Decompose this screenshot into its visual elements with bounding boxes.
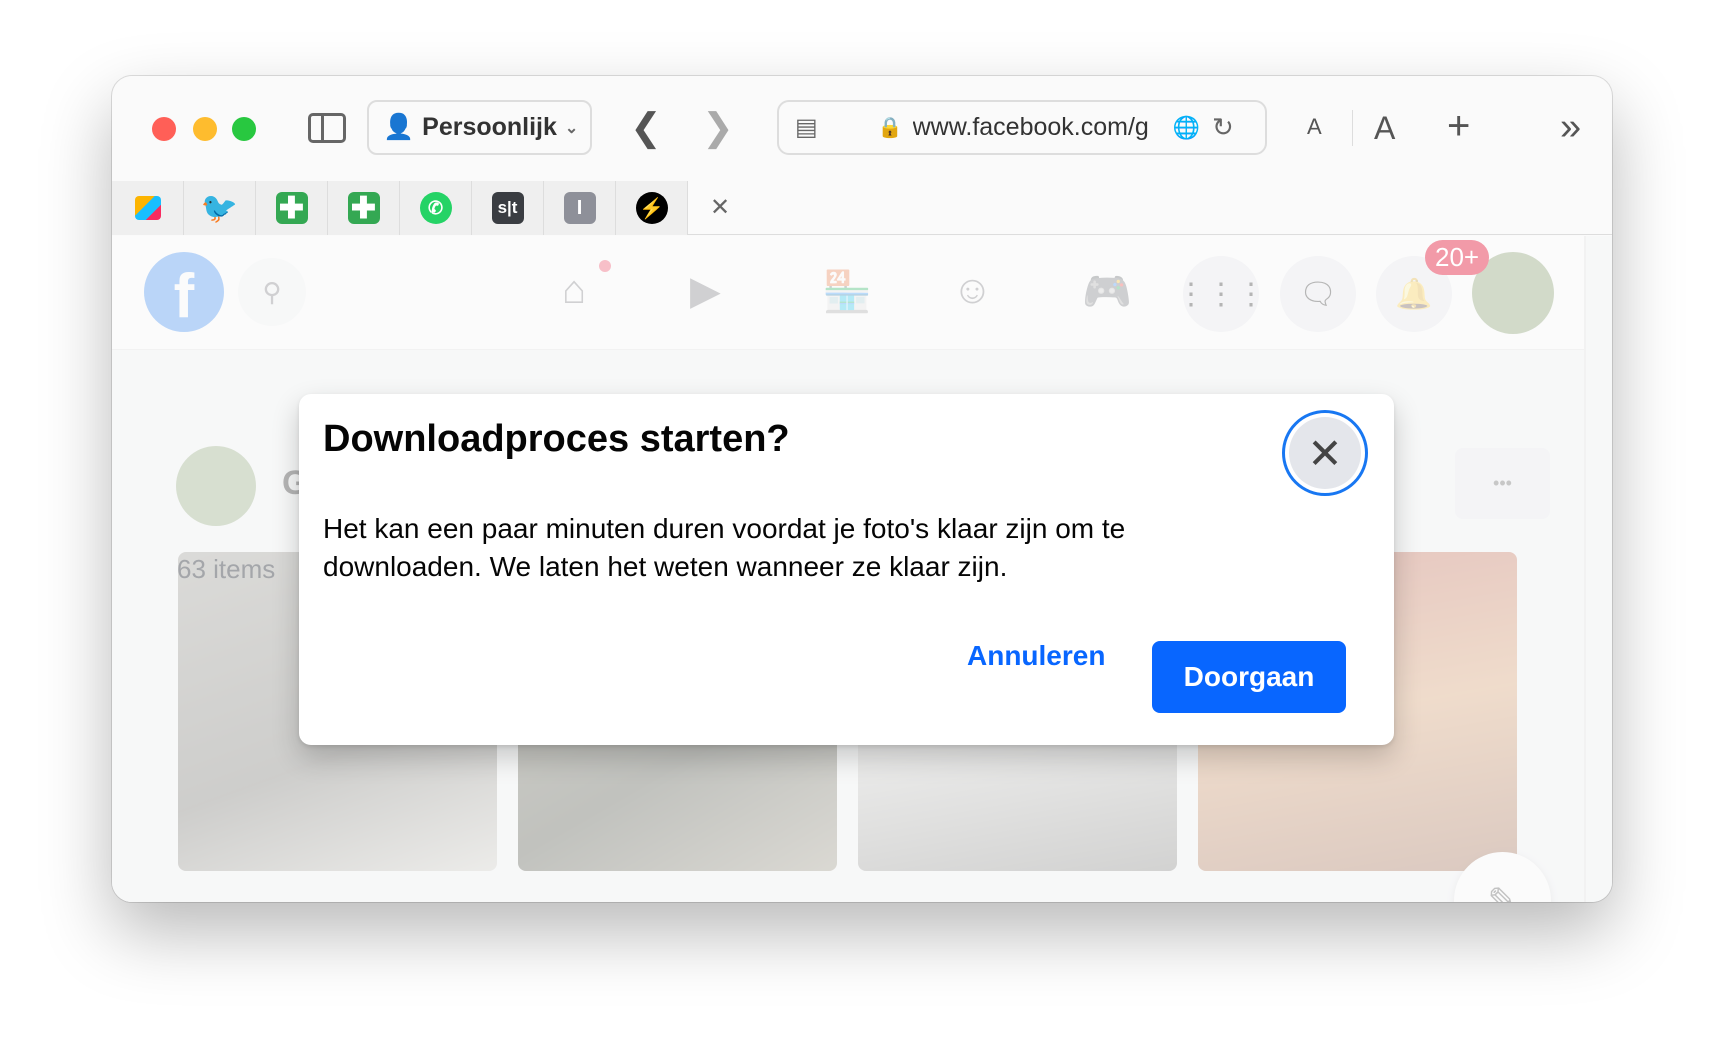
back-button[interactable]: ❮ [630, 109, 662, 147]
chevron-down-icon: ⌄ [564, 119, 579, 137]
i-icon: I [563, 192, 596, 224]
url-text[interactable]: www.facebook.com/g [913, 113, 1163, 142]
airtable-icon [134, 196, 161, 220]
minimize-window-button[interactable] [193, 117, 217, 141]
dialog-close-button[interactable]: ✕ [1282, 410, 1368, 496]
cancel-button[interactable]: Annuleren [967, 640, 1105, 672]
text-smaller-button[interactable]: A [1307, 116, 1322, 138]
close-window-button[interactable] [152, 117, 176, 141]
more-tabs-button[interactable]: » [1560, 108, 1581, 146]
dialog-title: Downloadproces starten? [323, 418, 790, 460]
browser-window: 👤 Persoonlijk ⌄ ❮ ❯ ▤ 🔒 www.facebook.com… [112, 76, 1612, 902]
lock-icon: 🔒 [877, 117, 903, 139]
notification-badge: 20+ [1425, 240, 1490, 275]
bolt-icon: ⚡ [635, 192, 668, 224]
person-icon: 👤 [383, 113, 415, 141]
tab-bolt[interactable]: ⚡ [616, 181, 688, 235]
st-icon: s|t [491, 192, 524, 224]
sidebar-toggle-icon[interactable] [308, 113, 346, 143]
dialog-body: Het kan een paar minuten duren voordat j… [323, 513, 1126, 582]
twitter-icon: 🐦 [200, 191, 239, 225]
google-sheets-icon: ✚ [347, 192, 380, 225]
new-tab-button[interactable]: + [1447, 106, 1470, 146]
translate-icon[interactable]: 🌐 [1173, 115, 1200, 141]
close-tab-icon[interactable]: ✕ [710, 193, 730, 222]
address-bar[interactable]: ▤ 🔒 www.facebook.com/g 🌐 ↻ [777, 100, 1267, 155]
tab-whatsapp[interactable]: ✆ [400, 181, 472, 235]
reader-icon[interactable]: ▤ [795, 113, 818, 142]
item-count: 63 items [177, 554, 276, 584]
pinned-tab-bar: 🐦 ✚ ✚ ✆ s|t I ⚡ ✕ [112, 181, 1612, 235]
forward-button[interactable]: ❯ [702, 109, 734, 147]
zoom-window-button[interactable] [232, 117, 256, 141]
close-icon: ✕ [1289, 417, 1361, 489]
tab-i[interactable]: I [544, 181, 616, 235]
reload-icon[interactable]: ↻ [1212, 112, 1234, 143]
profile-selector[interactable]: 👤 Persoonlijk ⌄ [367, 100, 592, 155]
google-sheets-icon: ✚ [275, 192, 308, 225]
continue-button[interactable]: Doorgaan [1152, 641, 1346, 713]
tab-airtable[interactable] [112, 181, 184, 235]
text-larger-button[interactable]: A [1374, 112, 1395, 144]
divider [1352, 110, 1353, 146]
download-dialog: Downloadproces starten? ✕ Het kan een pa… [299, 394, 1394, 745]
whatsapp-icon: ✆ [419, 192, 452, 224]
tab-twitter[interactable]: 🐦 [184, 181, 256, 235]
profile-label: Persoonlijk [422, 113, 557, 141]
tab-sheets-2[interactable]: ✚ [328, 181, 400, 235]
tab-sheets-1[interactable]: ✚ [256, 181, 328, 235]
tab-st[interactable]: s|t [472, 181, 544, 235]
